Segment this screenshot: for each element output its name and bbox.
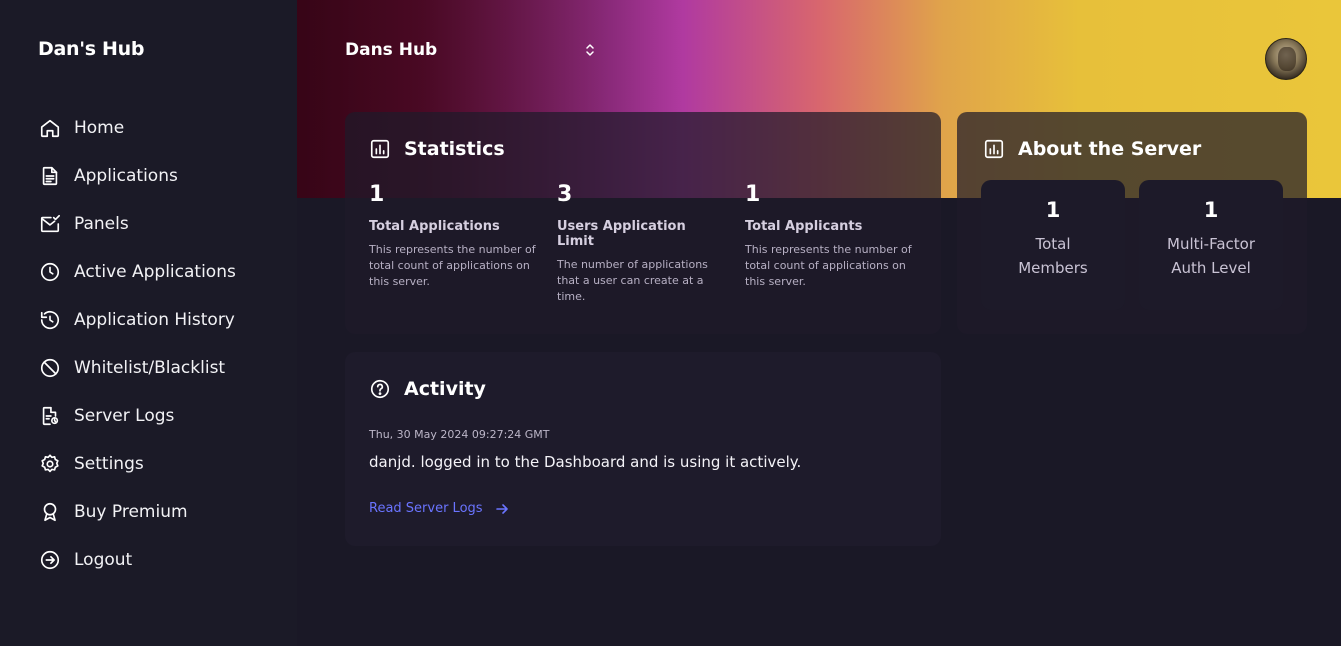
stat-total-applications: 1 Total Applications This represents the… — [369, 182, 539, 290]
sidebar-item-whitelist-blacklist[interactable]: Whitelist/Blacklist — [38, 344, 236, 392]
badge-icon — [38, 500, 62, 524]
stat-value: 1 — [745, 182, 761, 207]
sidebar-item-label: Active Applications — [74, 262, 236, 282]
mail-check-icon — [38, 212, 62, 236]
sidebar-item-home[interactable]: Home — [38, 104, 236, 152]
sidebar-item-applications[interactable]: Applications — [38, 152, 236, 200]
read-server-logs-label: Read Server Logs — [369, 501, 483, 516]
stat-label: Total Applications — [369, 219, 500, 234]
stat-description: This represents the number of total coun… — [369, 243, 536, 288]
document-icon — [38, 164, 62, 188]
sidebar-item-label: Whitelist/Blacklist — [74, 358, 226, 378]
total-members-value: 1 — [1045, 198, 1061, 222]
sidebar-item-settings[interactable]: Settings — [38, 440, 236, 488]
stat-value: 3 — [557, 182, 573, 207]
sidebar-item-logout[interactable]: Logout — [38, 536, 236, 584]
sidebar-item-label: Application History — [74, 310, 235, 330]
total-members-label: Total Members — [981, 232, 1125, 280]
sidebar-nav: Home Applications Panels Active Applicat… — [38, 104, 236, 584]
sidebar-item-label: Home — [74, 118, 125, 138]
statistics-title-text: Statistics — [404, 138, 505, 160]
bar-chart-icon — [369, 138, 391, 160]
sidebar: Dan's Hub Home Applications Panels Activ… — [0, 0, 297, 646]
sidebar-item-label: Server Logs — [74, 406, 175, 426]
chevron-up-down-icon — [585, 43, 595, 57]
mfa-level-card: 1 Multi-Factor Auth Level — [1139, 180, 1283, 310]
sidebar-item-label: Settings — [74, 454, 144, 474]
mfa-level-value: 1 — [1203, 198, 1219, 222]
stat-value: 1 — [369, 182, 385, 207]
bar-chart-icon — [983, 138, 1005, 160]
activity-timestamp: Thu, 30 May 2024 09:27:24 GMT — [369, 428, 550, 441]
stat-users-application-limit: 3 Users Application Limit The number of … — [557, 182, 727, 305]
server-switcher[interactable]: Dans Hub — [345, 40, 595, 60]
about-title-text: About the Server — [1018, 138, 1202, 160]
statistics-card: Statistics 1 Total Applications This rep… — [345, 112, 941, 334]
avatar[interactable] — [1265, 38, 1307, 80]
activity-card: Activity Thu, 30 May 2024 09:27:24 GMT d… — [345, 352, 941, 546]
home-icon — [38, 116, 62, 140]
activity-title-text: Activity — [404, 378, 486, 400]
sidebar-item-server-logs[interactable]: Server Logs — [38, 392, 236, 440]
log-file-icon — [38, 404, 62, 428]
sidebar-item-application-history[interactable]: Application History — [38, 296, 236, 344]
sidebar-item-label: Buy Premium — [74, 502, 188, 522]
sidebar-item-panels[interactable]: Panels — [38, 200, 236, 248]
sidebar-item-label: Panels — [74, 214, 129, 234]
help-circle-icon — [369, 378, 391, 400]
total-members-card: 1 Total Members — [981, 180, 1125, 310]
stat-total-applicants: 1 Total Applicants This represents the n… — [745, 182, 915, 290]
label-line: Auth Level — [1171, 259, 1251, 277]
statistics-title: Statistics — [369, 138, 505, 160]
sidebar-item-active-applications[interactable]: Active Applications — [38, 248, 236, 296]
logout-icon — [38, 548, 62, 572]
stat-description: The number of applications that a user c… — [557, 258, 708, 303]
sidebar-item-buy-premium[interactable]: Buy Premium — [38, 488, 236, 536]
activity-title: Activity — [369, 378, 486, 400]
mfa-level-label: Multi-Factor Auth Level — [1139, 232, 1283, 280]
read-server-logs-link[interactable]: Read Server Logs — [369, 501, 509, 516]
label-line: Members — [1018, 259, 1088, 277]
label-line: Multi-Factor — [1167, 235, 1255, 253]
block-icon — [38, 356, 62, 380]
sidebar-item-label: Applications — [74, 166, 178, 186]
server-name: Dans Hub — [345, 40, 438, 60]
gear-icon — [38, 452, 62, 476]
stat-label: Total Applicants — [745, 219, 863, 234]
main-content: Dans Hub Statistics 1 Total Applications… — [297, 0, 1341, 646]
stat-description: This represents the number of total coun… — [745, 243, 912, 288]
about-server-card: About the Server 1 Total Members 1 Multi… — [957, 112, 1307, 334]
activity-message: danjd. logged in to the Dashboard and is… — [369, 453, 802, 471]
brand-title[interactable]: Dan's Hub — [38, 38, 145, 60]
history-icon — [38, 308, 62, 332]
about-title: About the Server — [983, 138, 1201, 160]
sidebar-item-label: Logout — [74, 550, 133, 570]
label-line: Total — [1035, 235, 1071, 253]
clock-icon — [38, 260, 62, 284]
arrow-right-icon — [495, 502, 509, 516]
stat-label: Users Application Limit — [557, 219, 686, 249]
